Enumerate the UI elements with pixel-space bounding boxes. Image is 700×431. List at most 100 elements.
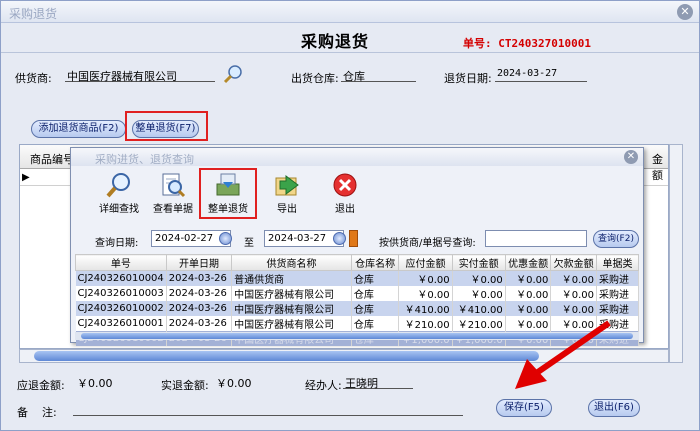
supplier-docno-search-input[interactable] (485, 230, 587, 247)
col-doc-no[interactable]: 单号 (75, 254, 167, 271)
col-doc-type[interactable]: 单据类 (595, 254, 640, 271)
cell-discount: ￥0.00 (505, 270, 552, 286)
col-supplier[interactable]: 供货商名称 (231, 254, 352, 271)
return-date-label: 退货日期: (444, 72, 492, 85)
cell-debt: ￥0.00 (550, 301, 597, 316)
col-payable[interactable]: 应付金额 (398, 254, 453, 271)
handler-label: 经办人: (305, 379, 342, 392)
toolbar-label: 查看单据 (153, 204, 193, 215)
cell-paid: ￥210.00 (452, 316, 506, 331)
dialog-title: 采购进货、退货查询 (95, 153, 194, 166)
supplier-label: 供货商: (15, 72, 52, 85)
dialog-close-icon[interactable]: ✕ (624, 150, 638, 164)
table-header-row: 单号 开单日期 供货商名称 仓库名称 应付金额 实付金额 优惠金额 欠款金额 单… (75, 254, 640, 271)
cell-paid: ￥0.00 (452, 286, 506, 301)
cell-warehouse: 仓库 (351, 301, 400, 316)
magnifier-icon (106, 173, 130, 198)
cell-debt: ￥0.00 (550, 270, 597, 286)
cell-supplier: 普通供货商 (231, 270, 352, 286)
row-pointer-icon: ▶ (22, 172, 30, 183)
cell-debt: ￥0.00 (550, 286, 597, 301)
cell-date: 2024-03-26 (166, 301, 233, 316)
to-label: 至 (244, 238, 254, 249)
warehouse-label: 出货仓库: (291, 72, 339, 85)
supplier-search-icon[interactable] (223, 64, 243, 84)
search-label: 按供货商/单据号查询: (379, 238, 476, 249)
grid-col-amount: 金额 (652, 153, 663, 182)
query-button[interactable]: 查询(F2) (593, 230, 639, 248)
cell-paid: ￥410.00 (452, 301, 506, 316)
scrollbar-thumb[interactable] (34, 351, 539, 361)
handler-field[interactable]: 王晓明 (343, 375, 413, 390)
cell-supplier: 中国医疗器械有限公司 (231, 316, 352, 331)
window-title: 采购退货 (9, 7, 58, 21)
cell-warehouse: 仓库 (351, 316, 400, 331)
cell-paid: ￥0.00 (452, 270, 506, 286)
toolbar-detail-search-button[interactable]: 详细查找 (91, 172, 147, 218)
exit-button[interactable]: 退出(F6) (588, 399, 640, 417)
toolbar-view-document-button[interactable]: 查看单据 (145, 172, 201, 218)
cell-supplier: 中国医疗器械有限公司 (231, 286, 352, 301)
purchase-query-dialog: 采购进货、退货查询 ✕ 详细查找 查看单据 整单退货 导出 退出 查询日期: 2… (70, 147, 644, 346)
cell-payable: ￥410.00 (398, 301, 453, 316)
toolbar-export-button[interactable]: 导出 (259, 172, 315, 218)
cell-doc-no: CJ240326010004 (75, 270, 167, 286)
date-to-field[interactable]: 2024-03-27 (264, 230, 344, 247)
grid-vertical-scrollbar[interactable] (669, 144, 683, 363)
page-title: 采购退货 (301, 32, 370, 51)
calendar-dropdown-icon[interactable] (219, 232, 232, 245)
cell-doc-no: CJ240326010001 (75, 316, 167, 331)
date-spin-icon[interactable] (349, 230, 358, 247)
col-debt[interactable]: 欠款金额 (550, 254, 597, 271)
paid-amount-value: ￥0.00 (216, 377, 252, 390)
return-date-field[interactable]: 2024-03-27 (495, 68, 587, 82)
exit-icon (333, 173, 357, 197)
grid-col-product-code: 商品编号 (30, 153, 74, 166)
export-icon (275, 175, 299, 196)
supplier-field[interactable]: 中国医疗器械有限公司 (65, 68, 215, 83)
col-paid[interactable]: 实付金额 (451, 254, 506, 271)
window-titlebar: 采购退货 ✕ (1, 1, 699, 23)
col-warehouse[interactable]: 仓库名称 (350, 254, 400, 271)
cell-doc-no: CJ240326010002 (75, 301, 167, 316)
highlight-box-toolbar-whole-return (199, 168, 257, 219)
paid-amount-label: 实退金额: (161, 379, 209, 392)
toolbar-label: 详细查找 (99, 204, 139, 215)
view-document-icon (162, 173, 186, 198)
cell-payable: ￥210.00 (398, 316, 453, 331)
save-button[interactable]: 保存(F5) (496, 399, 552, 417)
cell-doc-no: CJ240326010003 (75, 286, 167, 301)
cell-doc-type: 采购进 (596, 270, 640, 286)
cell-payable: ￥0.00 (398, 270, 453, 286)
cell-warehouse: 仓库 (351, 270, 400, 286)
toolbar-exit-button[interactable]: 退出 (317, 172, 373, 218)
due-amount-label: 应退金额: (17, 379, 65, 392)
note-field[interactable] (73, 402, 463, 416)
header-divider (1, 52, 699, 53)
toolbar-label: 退出 (335, 204, 355, 215)
cell-discount: ￥0.00 (505, 286, 552, 301)
cell-doc-type: 采购进 (596, 286, 640, 301)
cell-supplier: 中国医疗器械有限公司 (231, 301, 352, 316)
table-row[interactable]: CJ240326010003 2024-03-26 中国医疗器械有限公司 仓库 … (75, 286, 640, 301)
window-close-icon[interactable]: ✕ (677, 4, 693, 20)
cell-date: 2024-03-26 (166, 316, 233, 331)
query-date-label: 查询日期: (95, 238, 139, 249)
cell-payable: ￥0.00 (398, 286, 453, 301)
col-discount[interactable]: 优惠金额 (504, 254, 552, 271)
table-row[interactable]: CJ240326010002 2024-03-26 中国医疗器械有限公司 仓库 … (75, 301, 640, 316)
col-date[interactable]: 开单日期 (165, 254, 233, 271)
cell-date: 2024-03-26 (166, 286, 233, 301)
purchase-return-window: 采购退货 ✕ 采购退货 单号: CT240327010001 供货商: 中国医疗… (0, 0, 700, 431)
cell-doc-type: 采购进 (596, 301, 640, 316)
calendar-dropdown-icon[interactable] (333, 232, 346, 245)
due-amount-value: ￥0.00 (77, 377, 113, 390)
annotation-arrow-icon (515, 320, 611, 389)
warehouse-field[interactable]: 仓库 (341, 68, 416, 83)
table-row[interactable]: CJ240326010004 2024-03-26 普通供货商 仓库 ￥0.00… (75, 270, 640, 286)
highlight-box-whole-return (125, 111, 208, 141)
cell-discount: ￥0.00 (505, 301, 552, 316)
add-return-goods-button[interactable]: 添加退货商品(F2) (31, 120, 126, 138)
cell-warehouse: 仓库 (351, 286, 400, 301)
toolbar-label: 导出 (277, 204, 297, 215)
